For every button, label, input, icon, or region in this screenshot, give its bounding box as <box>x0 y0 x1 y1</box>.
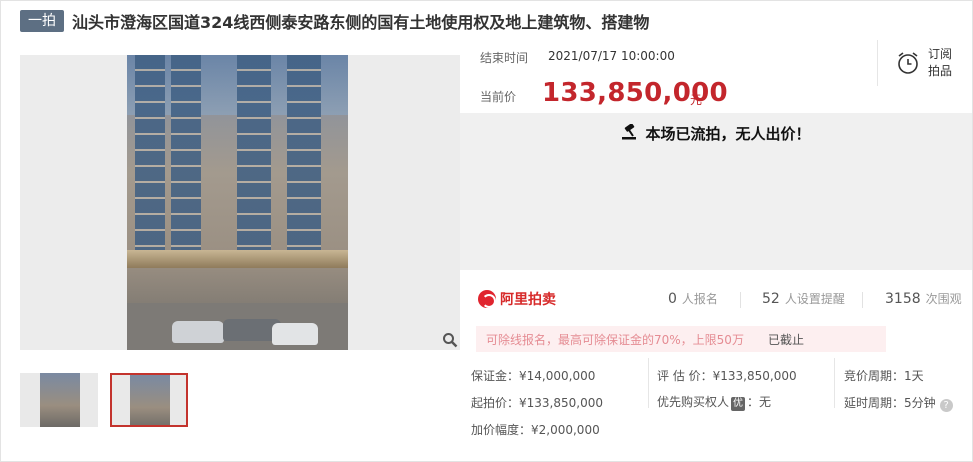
current-price-label: 当前价 <box>480 90 517 104</box>
price-unit: 元 <box>690 93 703 107</box>
notice-text: 可除线报名，最高可除保证金的70%，上限50万 <box>486 332 744 347</box>
ali-logo-text: 阿里拍卖 <box>500 292 556 308</box>
thumbnail-1[interactable] <box>20 373 98 427</box>
subscribe-label: 订阅拍品 <box>928 47 953 78</box>
priority-buyer: 优先购买权人优：无 <box>657 395 772 411</box>
bidding-cycle: 竞价周期：1天 <box>844 369 924 383</box>
auction-round-tag: 一拍 <box>20 10 64 32</box>
alarm-clock-icon <box>896 51 920 75</box>
ali-auction-logo[interactable]: 阿里拍卖 <box>478 289 556 309</box>
question-icon[interactable]: ? <box>939 399 953 412</box>
stat-registrations: 0 人报名 <box>668 291 718 307</box>
gavel-icon <box>621 122 639 144</box>
subscribe-button[interactable]: 订阅拍品 <box>877 40 967 86</box>
notice-ended: 已截止 <box>767 332 804 347</box>
main-photo[interactable] <box>20 55 460 350</box>
end-time-label: 结束时间 <box>480 51 529 65</box>
auction-status-text: 本场已流拍，无人出价！ <box>645 125 811 143</box>
stat-views: 3158 次围观 <box>885 291 962 307</box>
thumbnail-2-selected[interactable] <box>110 373 188 427</box>
page-title: 汕头市澄海区国道324线西侧泰安路东侧的国有土地使用权及地上建筑物、搭建物 <box>72 13 650 32</box>
priority-badge: 优 <box>731 397 746 411</box>
deposit: 保证金：¥14,000,000 <box>471 369 596 383</box>
stat-reminders: 52 人设置提醒 <box>762 291 845 307</box>
auction-status: 本场已流拍，无人出价！ <box>460 122 972 144</box>
end-time-value: 2021/07/17 10:00:00 <box>548 49 675 63</box>
building-image <box>127 55 348 350</box>
loan-registration-notice: 可除线报名，最高可除保证金的70%，上限50万 已截止 <box>476 326 886 352</box>
magnifier-icon[interactable] <box>440 330 460 350</box>
ali-logo-icon <box>478 290 496 308</box>
extension-cycle: 延时周期：5分钟? <box>844 394 953 412</box>
bid-increment: 加价幅度：¥2,000,000 <box>471 423 600 437</box>
start-price: 起拍价：¥133,850,000 <box>471 396 603 410</box>
auction-status-area: 本场已流拍，无人出价！ <box>460 113 972 270</box>
appraisal-price: 评 估 价：¥133,850,000 <box>657 369 797 383</box>
title-row: 一拍 汕头市澄海区国道324线西侧泰安路东侧的国有土地使用权及地上建筑物、搭建物 <box>20 9 649 33</box>
